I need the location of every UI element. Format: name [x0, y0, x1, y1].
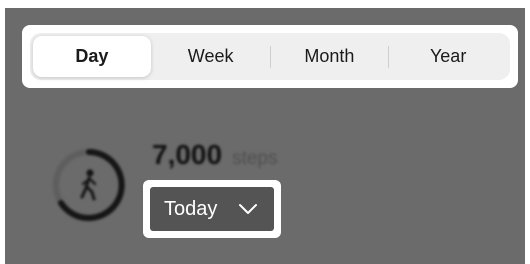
steps-value: 7,000	[152, 139, 223, 170]
activity-ring	[53, 149, 125, 221]
steps-summary: 7,000 steps	[152, 139, 278, 171]
steps-unit: steps	[232, 148, 278, 169]
tab-year[interactable]: Year	[389, 36, 507, 77]
period-segmented-control-highlight: Day Week Month Year	[22, 25, 518, 88]
date-dropdown-highlight: Today	[143, 180, 281, 238]
tab-week-label: Week	[187, 46, 234, 66]
chevron-down-icon	[239, 204, 257, 214]
tab-month[interactable]: Month	[271, 36, 389, 77]
tab-year-label: Year	[429, 46, 467, 66]
period-segmented-control: Day Week Month Year	[30, 33, 510, 80]
date-dropdown[interactable]: Today	[150, 187, 274, 231]
tab-day[interactable]: Day	[33, 36, 151, 77]
tab-week[interactable]: Week	[152, 36, 270, 77]
walking-person-icon	[80, 169, 97, 201]
tab-month-label: Month	[304, 46, 355, 66]
tab-day-label: Day	[75, 46, 109, 66]
date-dropdown-label: Today	[164, 197, 218, 220]
